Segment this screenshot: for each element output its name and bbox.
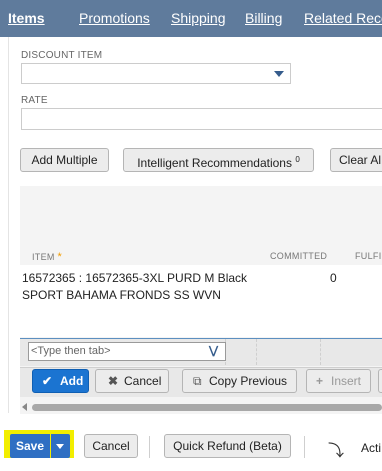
grid-divider [320, 339, 321, 365]
divider [149, 436, 150, 458]
cancel-line-button[interactable]: ✖ Cancel [95, 369, 169, 393]
cancel-button[interactable]: Cancel [84, 434, 138, 458]
intelligent-recommendations-label: Intelligent Recommendations [137, 156, 292, 170]
committed-cell: 0 [330, 271, 337, 285]
add-multiple-button[interactable]: Add Multiple [20, 148, 109, 172]
chevron-down-icon [274, 71, 284, 77]
double-chevron-down-icon[interactable]: ⋁ [209, 344, 218, 357]
plus-icon: + [316, 374, 324, 388]
column-header-item[interactable]: ITEM * [32, 251, 62, 263]
close-icon: ✖ [108, 374, 119, 388]
add-button[interactable]: ✔ Add [32, 369, 89, 393]
column-header-item-label: ITEM [32, 252, 55, 262]
recommendations-count-badge: 0 [295, 155, 300, 164]
tab-billing[interactable]: Billing [245, 10, 282, 26]
grid-divider [256, 339, 257, 365]
intelligent-recommendations-button[interactable]: Intelligent Recommendations 0 [123, 148, 314, 172]
discount-item-select[interactable] [21, 63, 291, 84]
item-entry-input[interactable]: <Type then tab> [28, 342, 226, 361]
actions-icon[interactable]: ⤵ [328, 437, 344, 461]
scroll-left-icon[interactable] [22, 403, 27, 411]
insert-button[interactable]: + Insert [306, 369, 371, 393]
add-button-label: Add [60, 374, 84, 388]
tab-items[interactable]: Items [8, 10, 45, 26]
rate-input[interactable] [21, 108, 382, 130]
divider [304, 436, 305, 458]
subtab-bar: Items Promotions Shipping Billing Relate… [0, 0, 382, 37]
actions-menu[interactable]: Acti [361, 441, 381, 455]
tab-promotions[interactable]: Promotions [79, 10, 150, 26]
column-header-committed[interactable]: COMMITTED [270, 251, 327, 261]
save-options-button[interactable] [51, 434, 70, 458]
tab-related-records[interactable]: Related Reco [304, 10, 382, 26]
insert-label: Insert [331, 374, 362, 388]
quick-refund-button[interactable]: Quick Refund (Beta) [164, 434, 291, 458]
rate-label: RATE [21, 95, 48, 106]
clear-all-button[interactable]: Clear Al [330, 148, 382, 172]
required-asterisk: * [57, 251, 63, 263]
copy-icon: ⧉ [193, 374, 202, 388]
copy-previous-label: Copy Previous [209, 374, 288, 388]
checkmark-icon: ✔ [42, 374, 53, 388]
chevron-down-icon [56, 444, 64, 449]
column-header-fulfilled[interactable]: FULFI [355, 251, 382, 261]
item-cell: 16572365 : 16572365-3XL PURD M Black SPO… [22, 271, 248, 302]
tab-shipping[interactable]: Shipping [171, 10, 226, 26]
cancel-line-label: Cancel [124, 374, 162, 388]
scrollbar-thumb[interactable] [32, 404, 382, 411]
save-button[interactable]: Save [10, 434, 50, 458]
more-actions-button[interactable] [378, 369, 382, 393]
discount-item-label: DISCOUNT ITEM [21, 50, 103, 61]
copy-previous-button[interactable]: ⧉ Copy Previous [182, 369, 297, 393]
